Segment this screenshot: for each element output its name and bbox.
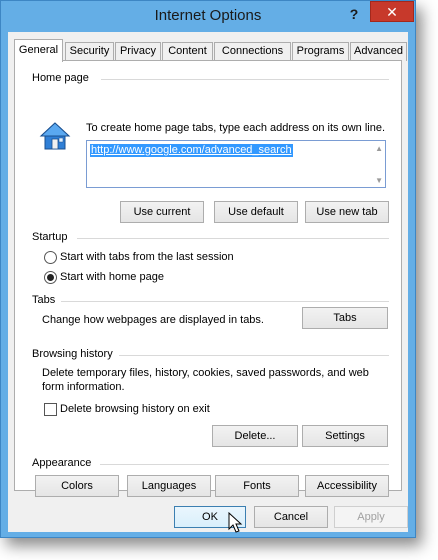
tab-general[interactable]: General [14, 39, 63, 62]
tabs-divider [61, 301, 389, 302]
tabs-description: Change how webpages are displayed in tab… [42, 314, 264, 326]
browsing-history-divider [119, 355, 389, 356]
accessibility-button[interactable]: Accessibility [305, 475, 389, 497]
startup-home-page-label[interactable]: Start with home page [60, 271, 164, 283]
tab-security[interactable]: Security [65, 42, 114, 61]
startup-heading: Startup [32, 231, 68, 243]
tabs-heading: Tabs [32, 294, 56, 306]
appearance-divider [100, 464, 389, 465]
browsing-history-description-line2: form information. [42, 381, 125, 393]
browsing-history-description-line1: Delete temporary files, history, cookies… [42, 367, 369, 379]
tab-connections[interactable]: Connections [214, 42, 291, 61]
startup-home-page-radio[interactable] [44, 271, 57, 284]
home-page-url-value: http://www.google.com/advanced_search [90, 144, 293, 157]
general-tab-panel: Home page To create home page tabs, type… [14, 60, 402, 497]
close-button[interactable]: ✕ [370, 1, 414, 22]
tab-programs[interactable]: Programs [292, 42, 349, 61]
startup-last-session-label[interactable]: Start with tabs from the last session [60, 251, 234, 263]
tab-advanced[interactable]: Advanced [350, 42, 407, 61]
tab-strip: General Security Privacy Content Connect… [14, 39, 407, 62]
tab-privacy[interactable]: Privacy [115, 42, 161, 61]
scroll-up-icon[interactable]: ▲ [375, 144, 383, 153]
cancel-button[interactable]: Cancel [254, 506, 328, 528]
use-new-tab-button[interactable]: Use new tab [305, 201, 389, 223]
startup-last-session-radio[interactable] [44, 251, 57, 264]
browsing-history-heading: Browsing history [32, 348, 113, 360]
help-button[interactable]: ? [339, 4, 369, 24]
scroll-down-icon[interactable]: ▼ [375, 176, 383, 185]
tabs-button[interactable]: Tabs [302, 307, 388, 329]
home-page-url-input[interactable]: http://www.google.com/advanced_search ▲ … [86, 140, 386, 188]
dialog-body: General Security Privacy Content Connect… [8, 32, 408, 532]
startup-divider [77, 238, 389, 239]
home-page-divider [101, 79, 389, 80]
home-page-icon [39, 122, 71, 150]
home-page-instruction: To create home page tabs, type each addr… [86, 122, 386, 134]
colors-button[interactable]: Colors [35, 475, 119, 497]
use-default-button[interactable]: Use default [214, 201, 298, 223]
settings-button[interactable]: Settings [302, 425, 388, 447]
fonts-button[interactable]: Fonts [215, 475, 299, 497]
internet-options-window: Internet Options ? ✕ General Security Pr… [0, 0, 416, 538]
appearance-heading: Appearance [32, 457, 92, 469]
delete-on-exit-checkbox[interactable] [44, 403, 57, 416]
home-page-heading: Home page [32, 72, 89, 84]
delete-button[interactable]: Delete... [212, 425, 298, 447]
delete-on-exit-label[interactable]: Delete browsing history on exit [60, 403, 210, 415]
use-current-button[interactable]: Use current [120, 201, 204, 223]
tab-content[interactable]: Content [162, 42, 213, 61]
apply-button[interactable]: Apply [334, 506, 408, 528]
mouse-cursor-icon [228, 512, 243, 533]
title-bar[interactable]: Internet Options ? ✕ [1, 1, 415, 32]
languages-button[interactable]: Languages [127, 475, 211, 497]
